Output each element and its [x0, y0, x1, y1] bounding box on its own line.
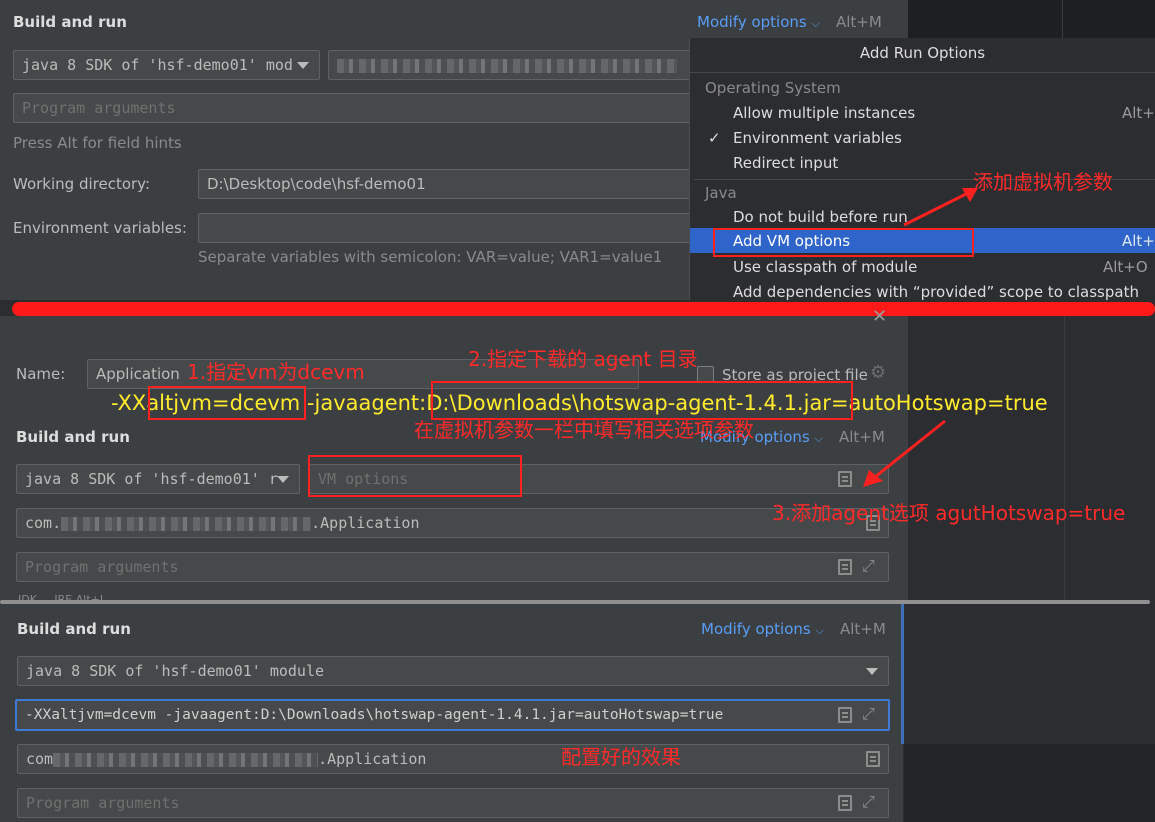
browse-class-icon[interactable] — [866, 751, 880, 767]
vm-options-value: -XXaltjvm=dcevm -javaagent:D:\Downloads\… — [25, 707, 724, 723]
menu-item-environment-variables[interactable]: Environment variables — [733, 129, 902, 147]
vm-options-input[interactable]: -XXaltjvm=dcevm -javaagent:D:\Downloads\… — [15, 699, 890, 731]
redacted-blur — [53, 752, 319, 767]
menu-item-allow-multiple[interactable]: Allow multiple instances — [733, 104, 915, 122]
working-directory-label: Working directory: — [13, 175, 151, 193]
program-arguments-placeholder: Program arguments — [26, 794, 180, 812]
red-separator-stroke — [12, 302, 1155, 316]
field-hint-text: Press Alt for field hints — [13, 134, 182, 152]
chevron-down-icon: ⌵ — [811, 17, 820, 30]
section-title: Build and run — [13, 13, 127, 31]
redacted-blur — [337, 58, 677, 73]
name-label: Name: — [16, 365, 66, 383]
cmd-tail: =autoHotswap=true — [830, 391, 1048, 415]
highlight-altjvm — [148, 386, 306, 420]
gear-icon[interactable]: ⚙ — [870, 362, 886, 383]
modify-options-label: Modify options — [697, 13, 807, 31]
annotation-step1: 1.指定vm为dcevm — [187, 360, 365, 384]
annotation-step3: 3.添加agent选项 agutHotswap=true — [772, 501, 1126, 525]
working-directory-input[interactable]: D:\Desktop\code\hsf-demo01 — [198, 169, 693, 199]
program-arguments-input[interactable]: Program arguments — [16, 552, 889, 582]
modify-options-label: Modify options — [701, 620, 811, 638]
working-directory-value: D:\Desktop\code\hsf-demo01 — [207, 175, 426, 193]
section-title: Build and run — [17, 620, 131, 638]
cmd-prefix: -XX — [111, 391, 147, 415]
checkmark-icon: ✓ — [708, 129, 721, 147]
menu-item-label: Environment variables — [733, 129, 902, 147]
cmd-javaagent: -javaagent: — [300, 391, 427, 415]
program-arguments-input[interactable]: Program arguments — [17, 788, 889, 818]
main-class-prefix: com — [26, 750, 54, 768]
environment-variables-hint: Separate variables with semicolon: VAR=v… — [198, 248, 663, 266]
annotation-step2: 2.指定下载的 agent 目录 — [468, 347, 698, 371]
menu-item-redirect-input[interactable]: Redirect input — [733, 154, 838, 172]
dropdown-arrow-icon — [277, 476, 289, 483]
jdk-select-value: java 8 SDK of 'hsf-demo01' module — [26, 662, 325, 680]
jdk-select-value: java 8 SDK of 'hsf-demo01' mod — [22, 56, 293, 74]
menu-section-os: Operating System — [705, 79, 841, 97]
expand-field-icon[interactable] — [838, 795, 852, 811]
modify-options-link[interactable]: Modify options ⌵ — [701, 620, 824, 638]
menu-item-use-classpath[interactable]: Use classpath of module — [733, 258, 917, 276]
highlight-vm-options — [308, 455, 522, 497]
dropdown-arrow-icon — [866, 668, 878, 675]
popup-title-divider — [690, 72, 1155, 73]
modify-options-shortcut: Alt+M — [840, 620, 886, 638]
main-class-input[interactable]: com .Application — [17, 744, 889, 774]
close-icon[interactable]: ✕ — [872, 306, 887, 327]
annotation-add-vm-params: 添加虚拟机参数 — [973, 170, 1113, 194]
jdk-select[interactable]: java 8 SDK of 'hsf-demo01' r — [16, 464, 300, 494]
bottom-right-lower — [904, 744, 1155, 822]
expand-field-icon[interactable] — [838, 707, 852, 723]
main-class-suffix: .Application — [311, 514, 420, 532]
menu-item-label: Allow multiple instances — [733, 104, 916, 122]
section-title: Build and run — [16, 428, 130, 446]
dropdown-arrow-icon — [297, 62, 309, 69]
jdk-select-value: java 8 SDK of 'hsf-demo01' r — [25, 470, 278, 488]
menu-item-label: Do not build before run — [733, 208, 908, 226]
main-class-suffix: .Application — [318, 750, 427, 768]
environment-variables-label: Environment variables: — [13, 219, 187, 237]
annotation-fill-params: 在虚拟机参数一栏中填写相关选项参数 — [414, 418, 754, 442]
menu-item-shortcut: Alt+O — [1103, 258, 1148, 276]
program-arguments-placeholder: Program arguments — [22, 99, 176, 117]
menu-item-label: Use classpath of module — [733, 258, 918, 276]
maximize-icon[interactable]: ⤢ — [862, 792, 875, 812]
menu-item-shortcut: Alt+U — [1122, 104, 1155, 122]
menu-item-label: Add dependencies with “provided” scope t… — [733, 283, 1139, 301]
environment-variables-input[interactable] — [198, 213, 693, 243]
program-arguments-placeholder: Program arguments — [25, 558, 179, 576]
menu-section-java: Java — [705, 184, 737, 202]
redacted-blur — [61, 516, 312, 531]
chevron-down-icon: ⌵ — [814, 432, 823, 445]
chevron-down-icon: ⌵ — [815, 624, 824, 637]
expand-field-icon[interactable] — [838, 559, 852, 575]
name-value: Application — [96, 365, 180, 383]
maximize-icon[interactable]: ⤢ — [862, 704, 875, 724]
jdk-select[interactable]: java 8 SDK of 'hsf-demo01' mod — [13, 50, 320, 80]
menu-item-do-not-build[interactable]: Do not build before run — [733, 208, 908, 226]
main-class-input[interactable]: com. .Application — [16, 508, 889, 538]
popup-title: Add Run Options — [859, 44, 986, 62]
menu-item-add-provided-deps[interactable]: Add dependencies with “provided” scope t… — [733, 283, 1139, 301]
expand-field-icon[interactable] — [838, 471, 852, 487]
modify-options-link[interactable]: Modify options ⌵ — [697, 13, 820, 31]
annotation-arrow-2 — [863, 419, 946, 487]
menu-item-shortcut: Alt+V — [1122, 232, 1155, 250]
jdk-select[interactable]: java 8 SDK of 'hsf-demo01' module — [17, 656, 889, 686]
redacted-field[interactable] — [328, 50, 693, 80]
annotation-result: 配置好的效果 — [561, 745, 681, 769]
main-class-prefix: com. — [25, 514, 62, 532]
annotation-arrow-1 — [903, 188, 978, 227]
maximize-icon[interactable]: ⤢ — [862, 556, 875, 576]
menu-item-label: Redirect input — [733, 154, 839, 172]
middle-right-divider — [1064, 316, 1065, 600]
modify-options-shortcut: Alt+M — [836, 13, 882, 31]
program-arguments-input[interactable]: Program arguments — [13, 93, 693, 123]
